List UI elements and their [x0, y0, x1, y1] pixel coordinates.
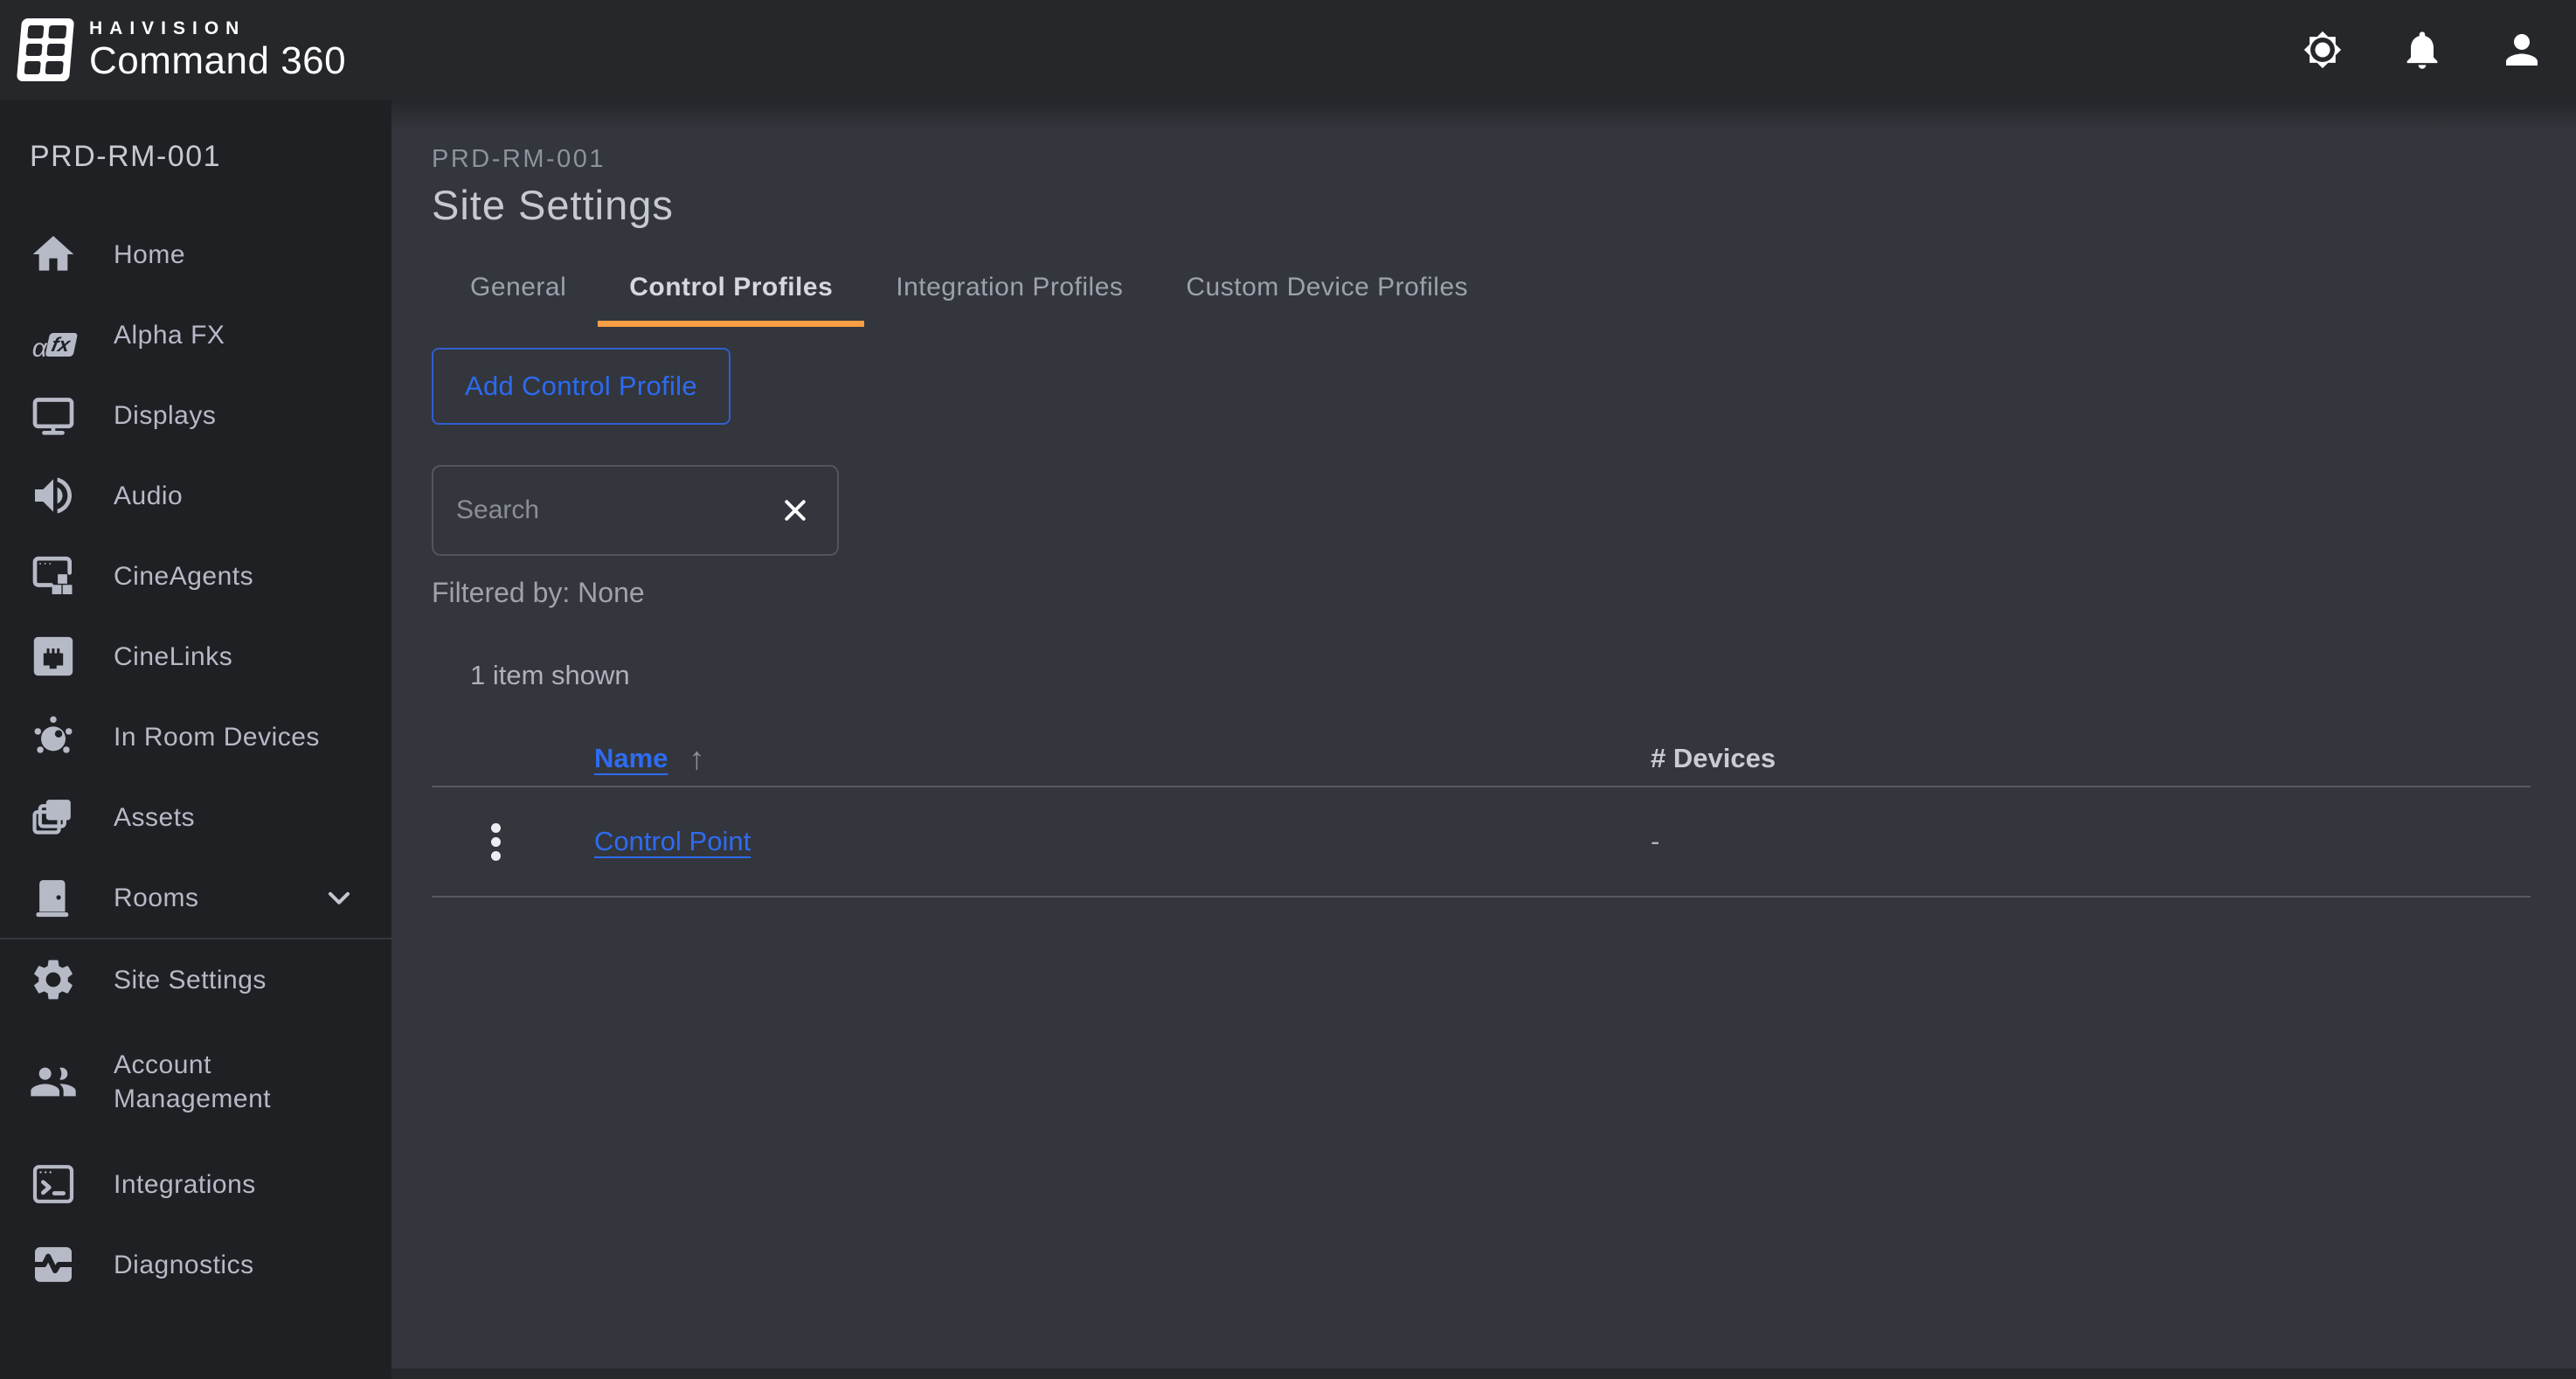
topbar-actions [2298, 25, 2546, 74]
account-person-icon[interactable] [2497, 25, 2546, 74]
tab-custom-device-profiles[interactable]: Custom Device Profiles [1154, 260, 1499, 327]
account-management-icon [26, 1055, 80, 1109]
page-title: Site Settings [432, 181, 2531, 229]
sidebar-item-label: Integrations [114, 1168, 256, 1202]
site-settings-gear-icon [26, 953, 80, 1007]
diagnostics-pulse-icon [26, 1237, 80, 1292]
table-header-row: Name ↑ # Devices [432, 731, 2531, 787]
display-icon [26, 388, 80, 442]
search-box [432, 465, 839, 556]
sort-ascending-icon[interactable]: ↑ [689, 740, 704, 777]
in-room-devices-icon [26, 710, 80, 764]
sidebar-item-label: Alpha FX [114, 318, 225, 352]
row-devices-value: - [1651, 826, 1659, 856]
sidebar-item-label: Home [114, 238, 185, 272]
home-icon [26, 227, 80, 281]
integrations-terminal-icon [26, 1157, 80, 1211]
tab-general[interactable]: General [439, 260, 598, 327]
horizontal-scrollbar-track[interactable] [391, 1369, 2576, 1379]
sidebar-item-home[interactable]: Home [0, 214, 391, 295]
sidebar-item-label: CineLinks [114, 640, 232, 674]
tab-integration-profiles[interactable]: Integration Profiles [864, 260, 1154, 327]
main-area: PRD-RM-001 Site Settings General Control… [391, 100, 2576, 1379]
haivision-logo: HAIVISION Command 360 [19, 18, 346, 81]
row-kebab-menu-icon[interactable] [488, 820, 504, 864]
chevron-down-icon[interactable] [322, 880, 357, 915]
control-profiles-table: Name ↑ # Devices Control Point - [432, 731, 2531, 897]
tab-control-profiles[interactable]: Control Profiles [598, 260, 864, 327]
sidebar-item-audio[interactable]: Audio [0, 455, 391, 536]
items-shown-count: 1 item shown [470, 660, 2531, 691]
add-control-profile-button[interactable]: Add Control Profile [432, 348, 731, 425]
brand-name: HAIVISION [89, 19, 346, 38]
rooms-icon [26, 870, 80, 925]
sidebar-item-account-management[interactable]: Account Management [0, 1020, 391, 1144]
sidebar-item-cineagents[interactable]: CineAgents [0, 536, 391, 616]
sidebar-item-label: Rooms [114, 881, 199, 915]
audio-icon [26, 468, 80, 523]
breadcrumb: PRD-RM-001 [432, 145, 2531, 174]
cineagents-icon [26, 549, 80, 603]
cinelinks-icon [26, 629, 80, 683]
sidebar: PRD-RM-001 Home α fx Alpha FX Displays [0, 100, 391, 1379]
alpha-fx-icon: α fx [26, 308, 80, 362]
tab-bar: General Control Profiles Integration Pro… [439, 260, 2531, 327]
filtered-by-status: Filtered by: None [432, 577, 2531, 609]
sidebar-nav: Home α fx Alpha FX Displays [0, 214, 391, 1305]
assets-icon [26, 790, 80, 844]
close-x-icon[interactable] [774, 489, 816, 531]
display-settings-icon[interactable] [2298, 25, 2347, 74]
sidebar-item-rooms[interactable]: Rooms [0, 857, 391, 938]
sidebar-item-label: In Room Devices [114, 720, 320, 754]
search-input[interactable] [456, 495, 774, 525]
sidebar-item-alpha-fx[interactable]: α fx Alpha FX [0, 295, 391, 375]
column-header-devices: # Devices [1651, 743, 1776, 773]
sidebar-item-label: Assets [114, 800, 195, 835]
sidebar-item-integrations[interactable]: Integrations [0, 1144, 391, 1224]
sidebar-item-label: Diagnostics [114, 1248, 254, 1282]
product-name: Command 360 [89, 42, 346, 80]
sidebar-item-label: Displays [114, 398, 216, 433]
top-bar: HAIVISION Command 360 [0, 0, 2576, 100]
table-row: Control Point - [432, 787, 2531, 897]
control-profile-link[interactable]: Control Point [594, 826, 751, 857]
column-header-name[interactable]: Name [594, 743, 668, 774]
notifications-bell-icon[interactable] [2398, 25, 2447, 74]
sidebar-item-label: CineAgents [114, 559, 253, 593]
sidebar-item-site-settings[interactable]: Site Settings [0, 939, 391, 1020]
sidebar-item-displays[interactable]: Displays [0, 375, 391, 455]
sidebar-site-id: PRD-RM-001 [30, 140, 391, 174]
sidebar-item-label: Account Management [114, 1048, 350, 1116]
sidebar-item-cinelinks[interactable]: CineLinks [0, 616, 391, 696]
sidebar-item-diagnostics[interactable]: Diagnostics [0, 1224, 391, 1305]
sidebar-item-label: Audio [114, 479, 183, 513]
haivision-logo-icon [17, 18, 74, 81]
sidebar-item-assets[interactable]: Assets [0, 777, 391, 857]
sidebar-item-in-room-devices[interactable]: In Room Devices [0, 696, 391, 777]
sidebar-item-label: Site Settings [114, 963, 267, 997]
